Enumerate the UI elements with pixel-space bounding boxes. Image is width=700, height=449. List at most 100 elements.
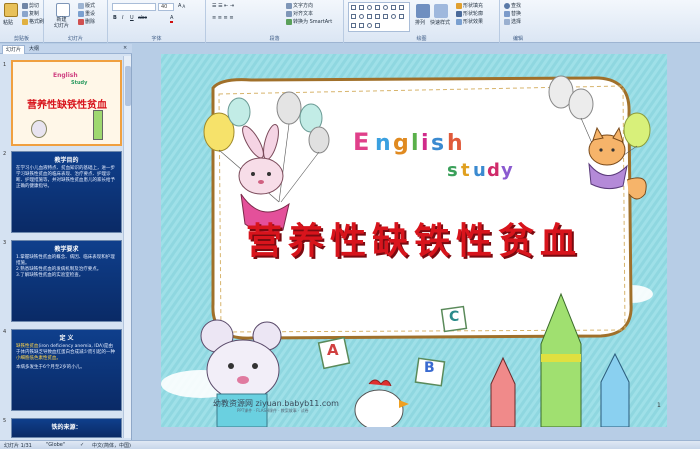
quick-styles-button[interactable]: 快速样式 [430,19,450,26]
slides-panel: 幻灯片 大纲 × 1 English Study 营养性缺铁性贫血 2 教学目的… [0,44,132,440]
letter-c-block: C [449,309,460,325]
thumb3-title: 教学要求 [54,246,79,253]
slide-number-3: 3 [3,240,7,246]
svg-text:s: s [431,131,444,156]
font-size-box[interactable]: 40 [158,3,174,11]
paragraph-group: ☰ ☰ ⇤ ⇥ ≡ ≡ ≡ ≡ 文字方向 对齐文本 转换为 SmartArt 段… [206,0,344,43]
svg-text:y: y [501,160,513,181]
thumb1-title: 营养性缺铁性贫血 [27,100,107,111]
cut-button[interactable]: 剪切 [22,2,39,9]
slide-thumbnail-3[interactable]: 教学要求 1.掌握缺铁性贫血的概念、病因、临床表现和护理措施。 2.熟悉缺铁性贫… [11,240,122,322]
clipboard-group-label: 剪贴板 [13,36,29,42]
spellcheck-icon[interactable]: ✓ [80,442,84,448]
slide-thumbnail-1[interactable]: English Study 营养性缺铁性贫血 [11,60,122,146]
paste-button[interactable]: 粘贴 [3,19,13,26]
new-slide-icon[interactable] [56,3,70,17]
thumb4-text: 缺铁性贫血(iron deficiency anemia, IDA)是由于体内铁… [12,342,121,373]
strike-button[interactable]: abc [138,15,147,21]
font-group: 40 AA B I U abc A 字体 [108,0,206,43]
italic-button[interactable]: I [122,15,123,21]
copy-icon [22,10,28,17]
slide-thumbnail-2[interactable]: 教学目的 在学习小儿血液特点、贫血知识的基础上，进一步学习缺铁性贫血的临床表现、… [11,151,122,233]
reset-icon [78,10,84,17]
tab-slides[interactable]: 幻灯片 [2,45,26,54]
effects-icon [456,18,462,25]
svg-text:i: i [421,131,429,156]
delete-button[interactable]: 删除 [78,18,95,25]
find-button[interactable]: 查找 [504,2,521,9]
svg-text:g: g [393,131,409,156]
drawing-group-label: 绘图 [416,36,427,42]
bullets-button[interactable]: ☰ ☰ ⇤ ⇥ [212,3,234,9]
panel-tabs: 幻灯片 大纲 × [0,44,132,54]
layout-button[interactable]: 版式 [78,2,95,9]
ribbon: 粘贴 剪切 复制 格式刷 剪贴板 新建 幻灯片 版式 重设 删除 幻灯片 40 A… [0,0,700,43]
shapes-gallery[interactable] [348,2,410,32]
english-word: E [353,128,369,156]
thumb3-text: 1.掌握缺铁性贫血的概念、病因、临床表现和护理措施。 2.熟悉缺铁性贫血的发病机… [12,253,121,281]
slide-number-1: 1 [3,62,7,68]
smartart-button[interactable]: 转换为 SmartArt [286,18,332,25]
slide-thumbnail-5[interactable]: 铁的来源： [11,418,122,438]
svg-text:t: t [461,160,470,181]
slide-number-4: 4 [3,329,7,335]
smartart-icon [286,18,292,25]
slide-editing-area: E n g l i s h s t u d y 营养性缺铁性贫血 C A B 幼… [133,44,700,440]
paste-icon[interactable] [4,3,18,17]
thumb3-line1: 1.掌握缺铁性贫血的概念、病因、临床表现和护理措施。 [16,255,115,266]
format-painter-button[interactable]: 格式刷 [22,18,44,25]
grow-font-button[interactable]: AA [178,3,185,9]
thumb2-text: 在学习小儿血液特点、贫血知识的基础上，进一步学习缺铁性贫血的临床表现、治疗要点、… [16,166,115,189]
shape-outline-button[interactable]: 形状轮廓 [456,10,483,17]
new-slide-button[interactable]: 新建 幻灯片 [54,18,69,29]
slide-thumbnail-4[interactable]: 定 义 缺铁性贫血(iron deficiency anemia, IDA)是由… [11,329,122,411]
thumb1-study: Study [71,80,88,86]
find-icon [504,2,510,9]
arrange-button[interactable]: 排列 [415,19,425,26]
brush-icon [22,18,28,25]
svg-text:l: l [411,131,419,156]
text-direction-button[interactable]: 文字方向 [286,2,313,9]
paragraph-group-label: 段落 [269,36,280,42]
thumb1-mouse-illustration [31,120,47,138]
close-panel-icon[interactable]: × [123,45,127,51]
delete-icon [78,18,84,25]
status-language[interactable]: 中文(简体，中国) [92,442,131,449]
panel-scroll-thumb[interactable] [125,66,131,106]
status-theme: "Globe" [46,442,66,448]
replace-button[interactable]: 替换 [504,10,521,17]
bold-button[interactable]: B [113,15,117,21]
font-color-button[interactable]: A [170,15,174,23]
letter-b-block: B [424,360,435,376]
shape-fill-button[interactable]: 形状填充 [456,2,483,9]
current-slide[interactable]: E n g l i s h s t u d y 营养性缺铁性贫血 C A B 幼… [161,54,667,427]
copy-button[interactable]: 复制 [22,10,39,17]
slide-page-number: 1 [657,402,661,409]
fill-icon [456,2,462,9]
align-buttons[interactable]: ≡ ≡ ≡ ≡ [212,15,234,21]
thumb1-english: English [53,72,78,79]
align-text-button[interactable]: 对齐文本 [286,10,313,17]
underline-button[interactable]: U [130,15,134,21]
thumb2-title: 教学目的 [54,157,79,164]
font-name-box[interactable] [112,3,156,11]
arrange-icon[interactable] [416,4,430,18]
select-button[interactable]: 选择 [504,18,521,25]
thumb4-def-end: 小细胞低色素性贫血。 [16,356,61,361]
svg-text:s: s [447,160,458,181]
thumb3-line3: 3.了解缺铁性贫血的实验室检查。 [16,273,84,278]
slide-number-2: 2 [3,151,7,157]
panel-scrollbar[interactable] [123,56,131,438]
replace-icon [504,10,510,17]
quick-styles-icon[interactable] [434,4,448,18]
reset-button[interactable]: 重设 [78,10,95,17]
slide-number-5: 5 [3,418,7,424]
slide-title[interactable]: 营养性缺铁性贫血 [211,212,617,264]
thumb4-term: 缺铁性贫血 [16,344,39,349]
align-text-icon [286,10,292,17]
clipboard-group: 粘贴 剪切 复制 格式刷 剪贴板 [0,0,44,43]
editing-group: 查找 替换 选择 编辑 [500,0,536,43]
slides-group-label: 幻灯片 [67,36,83,42]
tab-outline[interactable]: 大纲 [26,45,42,54]
shape-effects-button[interactable]: 形状效果 [456,18,483,25]
